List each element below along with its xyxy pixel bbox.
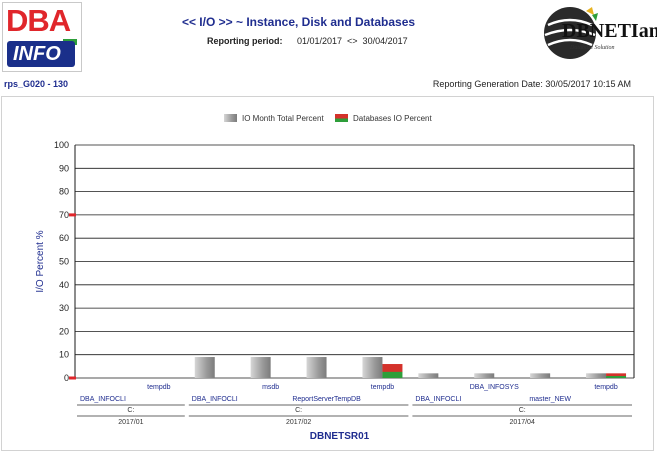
bar-io-month-total xyxy=(194,357,215,378)
dba-info-logo: DBA INFO xyxy=(2,2,82,72)
bar-databases-io xyxy=(606,373,627,378)
y-tick-label: 30 xyxy=(59,303,69,313)
bar-io-month-total xyxy=(474,373,495,378)
month-group-label: 2017/04 xyxy=(510,419,535,426)
reporting-period-value: 01/01/2017 <> 30/04/2017 xyxy=(297,36,408,46)
disk-group-label: C: xyxy=(295,407,302,414)
report-id: rps_G020 - 130 xyxy=(4,79,69,89)
legend-label-db: Databases IO Percent xyxy=(353,114,432,123)
x-category-label: DBA_INFOCLI xyxy=(80,396,126,403)
x-category-label: ReportServerTempDB xyxy=(292,396,361,403)
disk-group-label: C: xyxy=(519,407,526,414)
month-group-label: 2017/02 xyxy=(286,419,311,426)
bar-io-month-total xyxy=(362,357,383,378)
y-tick-label: 60 xyxy=(59,233,69,243)
dbnetian-logo: DBNETIan Database Solution xyxy=(540,5,657,61)
y-axis-label: I/O Percent % xyxy=(35,230,46,292)
x-category-label: msdb xyxy=(262,384,279,391)
reporting-period-label: Reporting period: xyxy=(207,36,283,46)
bar-io-month-total xyxy=(418,373,439,378)
x-category-label: master_NEW xyxy=(529,396,571,403)
bar-databases-io xyxy=(382,364,403,378)
x-category-label: DBA_INFOCLI xyxy=(192,396,238,403)
x-category-label: DBA_INFOCLI xyxy=(415,396,461,403)
y-tick-label: 70 xyxy=(59,210,69,220)
logo-dbnetian-text: DBNETIan xyxy=(562,20,657,42)
legend-swatch-total xyxy=(224,114,237,122)
x-category-label: tempdb xyxy=(147,384,170,391)
logo-dbnetian-subtext: Database Solution xyxy=(570,45,615,51)
io-bar-chart: IO Month Total Percent Databases IO Perce… xyxy=(35,114,635,442)
legend-swatch-db xyxy=(335,114,348,122)
threshold-marker xyxy=(69,376,76,380)
x-axis-label: DBNETSR01 xyxy=(310,431,370,442)
bar-io-month-total xyxy=(530,373,551,378)
logo-info-text: INFO xyxy=(7,41,75,67)
x-category-label: tempdb xyxy=(371,384,394,391)
y-tick-label: 100 xyxy=(54,140,69,150)
bar-io-month-total xyxy=(250,357,271,378)
x-category-label: tempdb xyxy=(594,384,617,391)
bar-io-month-total xyxy=(306,357,327,378)
month-group-label: 2017/01 xyxy=(118,419,143,426)
legend-label-total: IO Month Total Percent xyxy=(242,114,324,123)
y-tick-label: 50 xyxy=(59,257,69,267)
bar-io-month-total xyxy=(586,373,607,378)
y-tick-label: 0 xyxy=(64,373,69,383)
y-tick-label: 10 xyxy=(59,350,69,360)
chart-frame: IO Month Total Percent Databases IO Perce… xyxy=(1,96,654,451)
y-tick-label: 40 xyxy=(59,280,69,290)
x-category-label: DBA_INFOSYS xyxy=(470,384,519,391)
generation-date: Reporting Generation Date: 30/05/2017 10… xyxy=(432,79,631,89)
disk-group-label: C: xyxy=(127,407,134,414)
y-tick-label: 20 xyxy=(59,326,69,336)
y-tick-label: 90 xyxy=(59,163,69,173)
page-title: << I/O >> ~ Instance, Disk and Databases xyxy=(181,15,416,29)
y-tick-label: 80 xyxy=(59,187,69,197)
threshold-marker xyxy=(69,213,76,217)
